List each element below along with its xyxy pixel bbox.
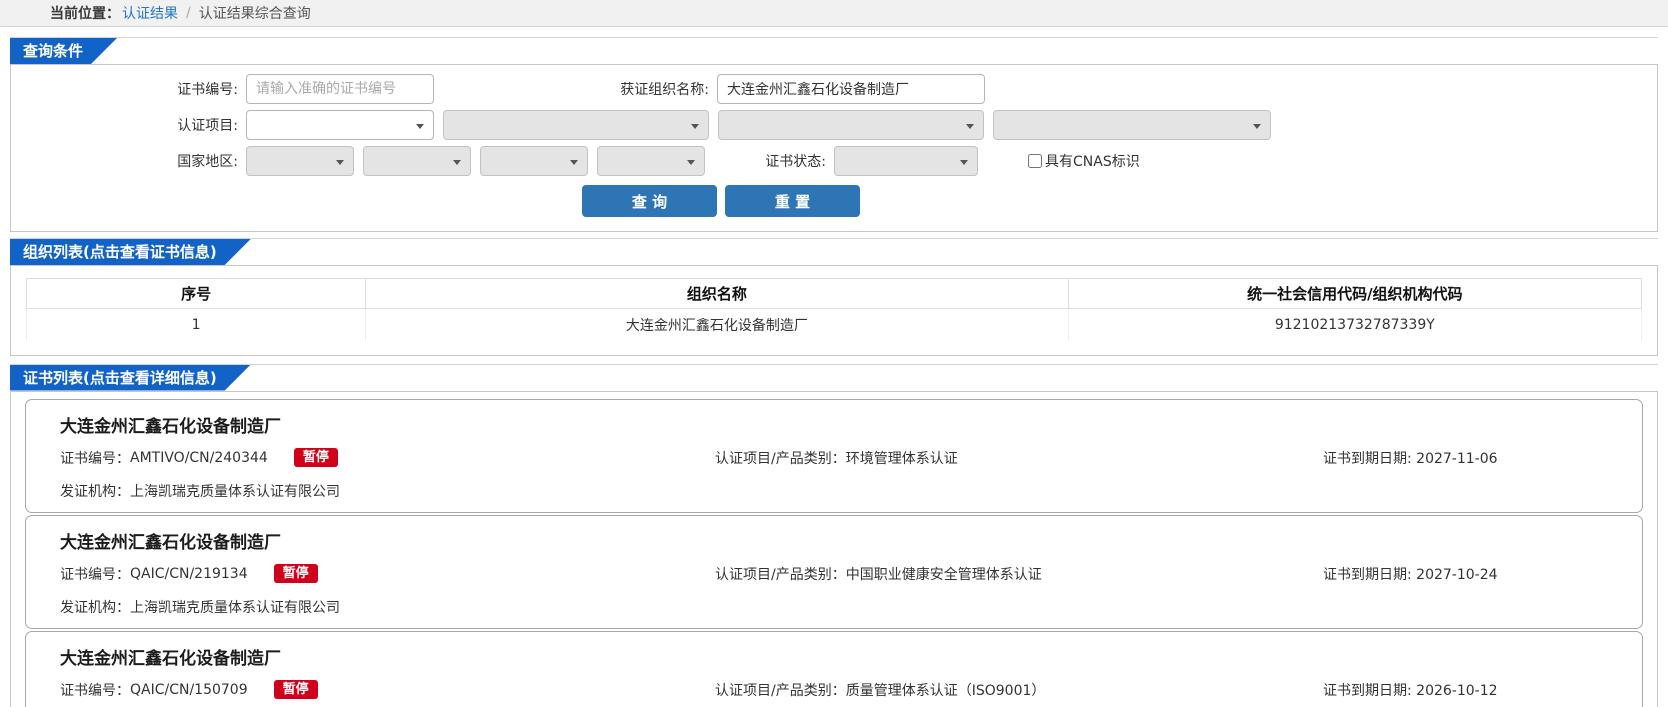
dropdown-arrow-icon xyxy=(960,160,968,165)
cert-issuer-value: 上海凯瑞克质量体系认证有限公司 xyxy=(130,483,340,500)
cert-no-label: 证书编号: xyxy=(177,82,238,98)
form-buttons-row: 查 询 重 置 xyxy=(11,185,1657,217)
cert-project-value: 质量管理体系认证（ISO9001） xyxy=(845,682,1046,699)
breadcrumb-current-page: 认证结果综合查询 xyxy=(198,6,311,22)
query-section-title: 查询条件 xyxy=(10,38,117,64)
cert-project-label: 认证项目/产品类别： xyxy=(715,450,846,467)
cert-no-label: 证书编号： xyxy=(60,450,130,467)
dropdown-arrow-icon xyxy=(336,160,344,165)
org-row-seq[interactable]: 1 xyxy=(25,308,367,341)
cert-expire-value: 2027-11-06 xyxy=(1416,450,1498,467)
org-name-label: 获证组织名称: xyxy=(620,82,709,98)
org-table-row[interactable]: 1 大连金州汇鑫石化设备制造厂 91210213732787339Y xyxy=(25,308,1643,341)
org-table: 序号 组织名称 统一社会信用代码/组织机构代码 1 大连金州汇鑫石化设备制造厂 … xyxy=(25,278,1643,341)
cert-status-label: 证书状态: xyxy=(765,154,826,170)
org-list-section: 组织列表(点击查看证书信息) 序号 组织名称 统一社会信用代码/组织机构代码 1… xyxy=(10,238,1658,356)
dropdown-arrow-icon xyxy=(691,124,699,129)
cert-no-label: 证书编号： xyxy=(60,566,130,583)
org-row-name[interactable]: 大连金州汇鑫石化设备制造厂 xyxy=(365,308,1069,341)
breadcrumb-link-cert-results[interactable]: 认证结果 xyxy=(122,3,178,23)
breadcrumb-separator: / xyxy=(186,5,191,21)
cert-project-value: 中国职业健康安全管理体系认证 xyxy=(845,566,1042,583)
cert-issuer-value: 上海凯瑞克质量体系认证有限公司 xyxy=(130,599,340,616)
project-select-3 xyxy=(718,110,984,140)
region-label: 国家地区: xyxy=(177,154,238,170)
dropdown-arrow-icon xyxy=(570,160,578,165)
project-select-4 xyxy=(993,110,1271,140)
query-section: 查询条件 证书编号: 获证组织名称: 认证项目: 国家地区: xyxy=(10,37,1658,232)
org-table-header-row: 序号 组织名称 统一社会信用代码/组织机构代码 xyxy=(25,278,1643,309)
cert-list-section-title: 证书列表(点击查看详细信息) xyxy=(10,365,251,391)
cert-card[interactable]: 大连金州汇鑫石化设备制造厂 证书编号： QAIC/CN/150709 暂停 认证项… xyxy=(25,630,1643,707)
region-select-3 xyxy=(480,146,588,176)
form-row-country-region: 国家地区: 证书状态: 具有CNAS标识 xyxy=(11,146,1657,176)
cert-card[interactable]: 大连金州汇鑫石化设备制造厂 证书编号： QAIC/CN/219134 暂停 认证项… xyxy=(25,514,1643,629)
cert-no-value: AMTIVO/CN/240344 xyxy=(130,449,268,466)
search-button[interactable]: 查 询 xyxy=(582,185,717,217)
dropdown-arrow-icon xyxy=(1253,124,1261,129)
region-select-2 xyxy=(363,146,471,176)
status-badge: 暂停 xyxy=(273,564,318,583)
org-table-body: 1 大连金州汇鑫石化设备制造厂 91210213732787339Y xyxy=(25,308,1643,341)
dropdown-arrow-icon xyxy=(416,124,424,129)
project-label: 认证项目: xyxy=(177,118,238,134)
cnas-checkbox-group: 具有CNAS标识 xyxy=(1028,151,1140,171)
dropdown-arrow-icon xyxy=(687,160,695,165)
org-row-code[interactable]: 91210213732787339Y xyxy=(1067,308,1643,341)
cert-expire-value: 2026-10-12 xyxy=(1416,682,1498,699)
cert-card-org-name: 大连金州汇鑫石化设备制造厂 xyxy=(60,532,281,553)
cert-list-section: 证书列表(点击查看详细信息) 大连金州汇鑫石化设备制造厂 证书编号： AMTIVO… xyxy=(10,363,1658,707)
project-select-2 xyxy=(443,110,709,140)
project-select-1[interactable] xyxy=(246,110,434,140)
org-name-input[interactable] xyxy=(717,74,985,104)
cert-issuer-label: 发证机构： xyxy=(60,599,130,616)
org-table-header-seq: 序号 xyxy=(25,278,367,309)
status-badge: 暂停 xyxy=(293,448,338,467)
cert-no-input[interactable] xyxy=(246,74,434,104)
cert-expire-label: 证书到期日期: xyxy=(1323,566,1417,583)
cert-card-list: 大连金州汇鑫石化设备制造厂 证书编号： AMTIVO/CN/240344 暂停 认… xyxy=(11,398,1657,707)
region-select-4 xyxy=(597,146,705,176)
org-list-section-title: 组织列表(点击查看证书信息) xyxy=(10,239,251,265)
reset-button[interactable]: 重 置 xyxy=(725,185,860,217)
cert-expire-label: 证书到期日期: xyxy=(1323,450,1417,467)
cert-expire-value: 2027-10-24 xyxy=(1416,566,1498,583)
form-row-certification-project: 认证项目: xyxy=(11,110,1657,140)
dropdown-arrow-icon xyxy=(453,160,461,165)
org-table-header-code: 统一社会信用代码/组织机构代码 xyxy=(1067,278,1643,309)
cnas-label: 具有CNAS标识 xyxy=(1045,154,1140,170)
form-row-certificate-number: 证书编号: 获证组织名称: xyxy=(11,74,1657,104)
cert-no-value: QAIC/CN/150709 xyxy=(130,681,248,698)
cert-status-select xyxy=(834,146,978,176)
cert-expire-label: 证书到期日期: xyxy=(1323,682,1417,699)
cert-card[interactable]: 大连金州汇鑫石化设备制造厂 证书编号： AMTIVO/CN/240344 暂停 认… xyxy=(25,398,1643,513)
cert-no-label: 证书编号： xyxy=(60,682,130,699)
cert-project-value: 环境管理体系认证 xyxy=(845,450,958,467)
cert-no-value: QAIC/CN/219134 xyxy=(130,565,248,582)
cert-issuer-label: 发证机构： xyxy=(60,483,130,500)
region-select-1 xyxy=(246,146,354,176)
breadcrumb: 当前位置： 认证结果 / 认证结果综合查询 xyxy=(0,0,1668,27)
cert-card-org-name: 大连金州汇鑫石化设备制造厂 xyxy=(60,648,281,669)
cnas-checkbox[interactable] xyxy=(1028,154,1042,168)
cert-project-label: 认证项目/产品类别： xyxy=(715,566,846,583)
dropdown-arrow-icon xyxy=(966,124,974,129)
breadcrumb-label: 当前位置： xyxy=(50,6,120,22)
status-badge: 暂停 xyxy=(273,680,318,699)
cert-project-label: 认证项目/产品类别： xyxy=(715,682,846,699)
cert-card-org-name: 大连金州汇鑫石化设备制造厂 xyxy=(60,416,281,437)
org-table-header-name: 组织名称 xyxy=(365,278,1069,309)
